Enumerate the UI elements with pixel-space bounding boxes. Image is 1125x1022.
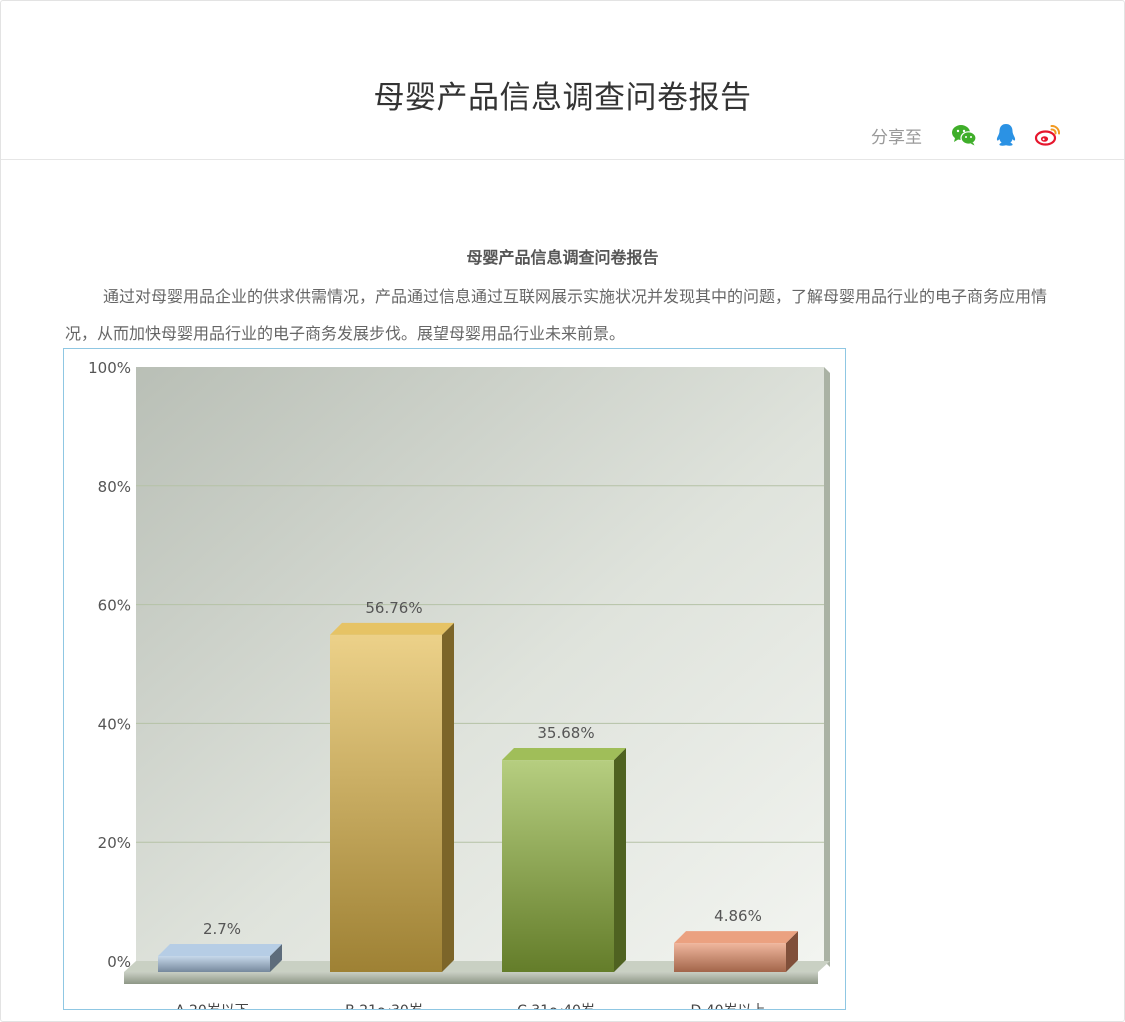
y-tick-label: 100% — [88, 359, 131, 377]
bar-side-1 — [442, 622, 454, 972]
bar-value-label: 35.68% — [537, 724, 594, 742]
weibo-icon[interactable] — [1034, 121, 1062, 149]
plot-background — [136, 367, 824, 961]
y-tick-label: 20% — [98, 834, 131, 852]
share-bar: 分享至 — [871, 121, 1062, 149]
y-tick-label: 60% — [98, 597, 131, 615]
report-intro: 通过对母婴用品企业的供求供需情况，产品通过信息通过互联网展示实施状况并发现其中的… — [65, 287, 1048, 343]
bar-top-0 — [158, 943, 282, 956]
plot-floor-front — [124, 972, 818, 984]
x-category-label: D.40岁以上 — [690, 1003, 765, 1009]
bar-value-label: 2.7% — [203, 920, 241, 938]
bar-side-2 — [614, 748, 626, 972]
x-category-label: C.31～40岁 — [517, 1003, 595, 1009]
qq-icon[interactable] — [992, 121, 1020, 149]
plot-side-wall — [824, 367, 830, 967]
page-title: 母婴产品信息调查问卷报告 — [373, 79, 752, 116]
bar-2 — [502, 760, 614, 972]
share-label: 分享至 — [871, 127, 922, 148]
y-tick-label: 0% — [107, 953, 131, 971]
bar-3 — [674, 943, 786, 972]
bar-top-2 — [502, 748, 626, 761]
bar-value-label: 4.86% — [714, 907, 762, 925]
y-tick-label: 40% — [98, 715, 131, 733]
bar-0 — [158, 955, 270, 972]
bar-1 — [330, 634, 442, 972]
y-tick-label: 80% — [98, 478, 131, 496]
page-header: 母婴产品信息调查问卷报告 分享至 — [1, 1, 1124, 160]
report-title: 母婴产品信息调查问卷报告 — [466, 248, 659, 267]
bar-top-3 — [674, 931, 798, 944]
bar-top-1 — [330, 622, 454, 635]
x-category-label: A.20岁以下 — [175, 1003, 249, 1009]
bar-value-label: 56.76% — [365, 599, 422, 617]
x-category-label: B.21～30岁 — [345, 1003, 423, 1009]
chart-container: 0% 20% 40% 60% 80% 100% 2.7% A.20岁以下 56.76% B.21～… — [63, 348, 846, 1010]
wechat-icon[interactable] — [950, 121, 978, 149]
bar-chart: 0% 20% 40% 60% 80% 100% 2.7% A.20岁以下 56.76% B.21～… — [88, 359, 830, 1009]
